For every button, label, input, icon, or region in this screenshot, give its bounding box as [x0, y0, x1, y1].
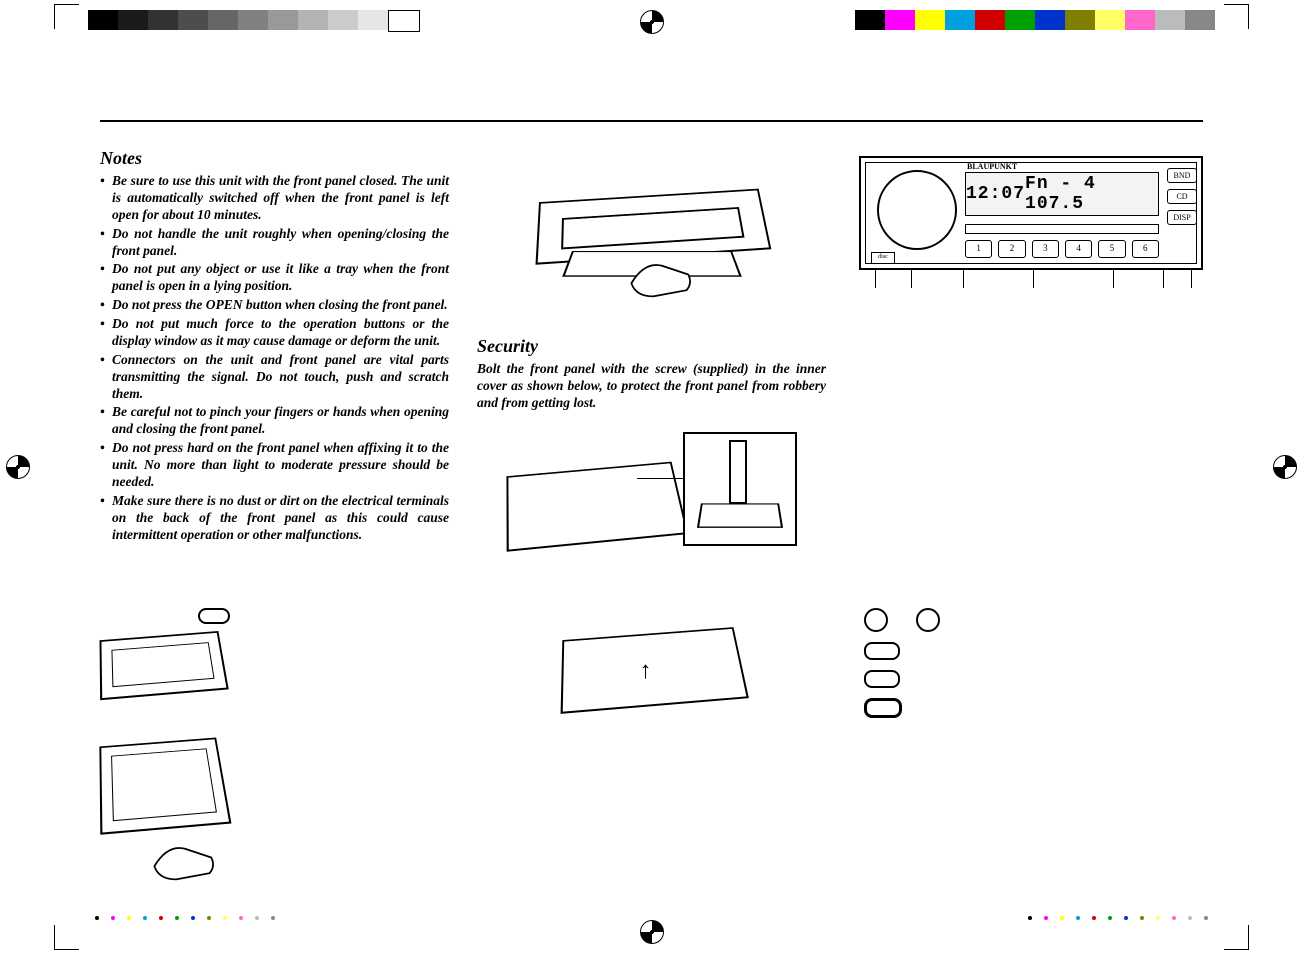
hand-icon: [150, 840, 220, 884]
lcd-display: 12:07 Fn - 4 107.5: [965, 172, 1159, 216]
colour-bar: [855, 10, 1215, 30]
notes-item: Be careful not to pinch your fingers or …: [100, 404, 449, 438]
disc-logo-icon: disc: [871, 252, 895, 264]
preset-button: 2: [998, 240, 1025, 258]
ink-dots: [1028, 916, 1208, 936]
security-heading: Security: [477, 336, 826, 357]
security-column: Security Bolt the front panel with the s…: [477, 148, 826, 572]
notes-item: Do not press the OPEN button when closin…: [100, 297, 449, 314]
lcd-clock: 12:07: [966, 184, 1025, 204]
notes-item: Do not press hard on the front panel whe…: [100, 440, 449, 491]
figure-panel-front: ↑: [552, 608, 752, 728]
notes-item: Connectors on the unit and front panel a…: [100, 352, 449, 403]
knob-icon: [916, 608, 940, 632]
registration-target-icon: [640, 920, 664, 944]
crop-mark: [1224, 925, 1249, 950]
preset-buttons: 123456: [965, 240, 1159, 258]
header-rule: [100, 120, 1203, 122]
notes-item: Make sure there is no dust or dirt on th…: [100, 493, 449, 544]
side-button: BND: [1167, 168, 1197, 183]
preset-button: 4: [1065, 240, 1092, 258]
lower-figures: ↑: [100, 608, 1203, 879]
notes-list: Be sure to use this unit with the front …: [100, 173, 449, 543]
crop-mark: [1224, 4, 1249, 29]
figure-open-panel: [477, 148, 826, 318]
ink-dots: [95, 916, 275, 936]
page-content: Notes Be sure to use this unit with the …: [100, 120, 1203, 878]
figure-screw-panel: [477, 422, 826, 572]
crop-mark: [54, 4, 79, 29]
radio-column: BLAUPUNKT 12:07 Fn - 4 107.5 123456 BND C…: [854, 148, 1203, 572]
notes-item: Be sure to use this unit with the front …: [100, 173, 449, 224]
preset-button: 5: [1098, 240, 1125, 258]
crop-mark: [54, 925, 79, 950]
hand-icon: [627, 257, 697, 301]
cd-slot-icon: [965, 224, 1159, 234]
knob-icon: [864, 608, 888, 632]
lcd-line: Fn - 4 107.5: [1025, 174, 1158, 214]
brand-label: BLAUPUNKT: [967, 162, 1017, 171]
registration-target-icon: [1273, 455, 1297, 479]
figure-panel-attach: [100, 736, 230, 879]
registration-target-icon: [640, 10, 664, 34]
registration-target-icon: [6, 455, 30, 479]
side-button: CD: [1167, 189, 1197, 204]
greyscale-bar: [88, 10, 420, 30]
notes-item: Do not put any object or use it like a t…: [100, 261, 449, 295]
volume-dial-icon: [877, 170, 957, 250]
notes-item: Do not handle the unit roughly when open…: [100, 226, 449, 260]
preset-button: 6: [1132, 240, 1159, 258]
preset-button: 3: [1032, 240, 1059, 258]
figure-knobs: [864, 608, 1203, 718]
side-button: DISP: [1167, 210, 1197, 225]
preset-button: 1: [965, 240, 992, 258]
side-buttons: BND CD DISP: [1167, 168, 1197, 225]
notes-item: Do not put much force to the operation b…: [100, 316, 449, 350]
arrow-up-icon: ↑: [640, 658, 652, 685]
security-text: Bolt the front panel with the screw (sup…: [477, 361, 826, 412]
figure-panel-corner: [100, 608, 230, 696]
notes-column: Notes Be sure to use this unit with the …: [100, 148, 449, 572]
radio-head-unit: BLAUPUNKT 12:07 Fn - 4 107.5 123456 BND C…: [859, 156, 1203, 270]
callout-lines: [863, 270, 1203, 300]
notes-heading: Notes: [100, 148, 449, 169]
